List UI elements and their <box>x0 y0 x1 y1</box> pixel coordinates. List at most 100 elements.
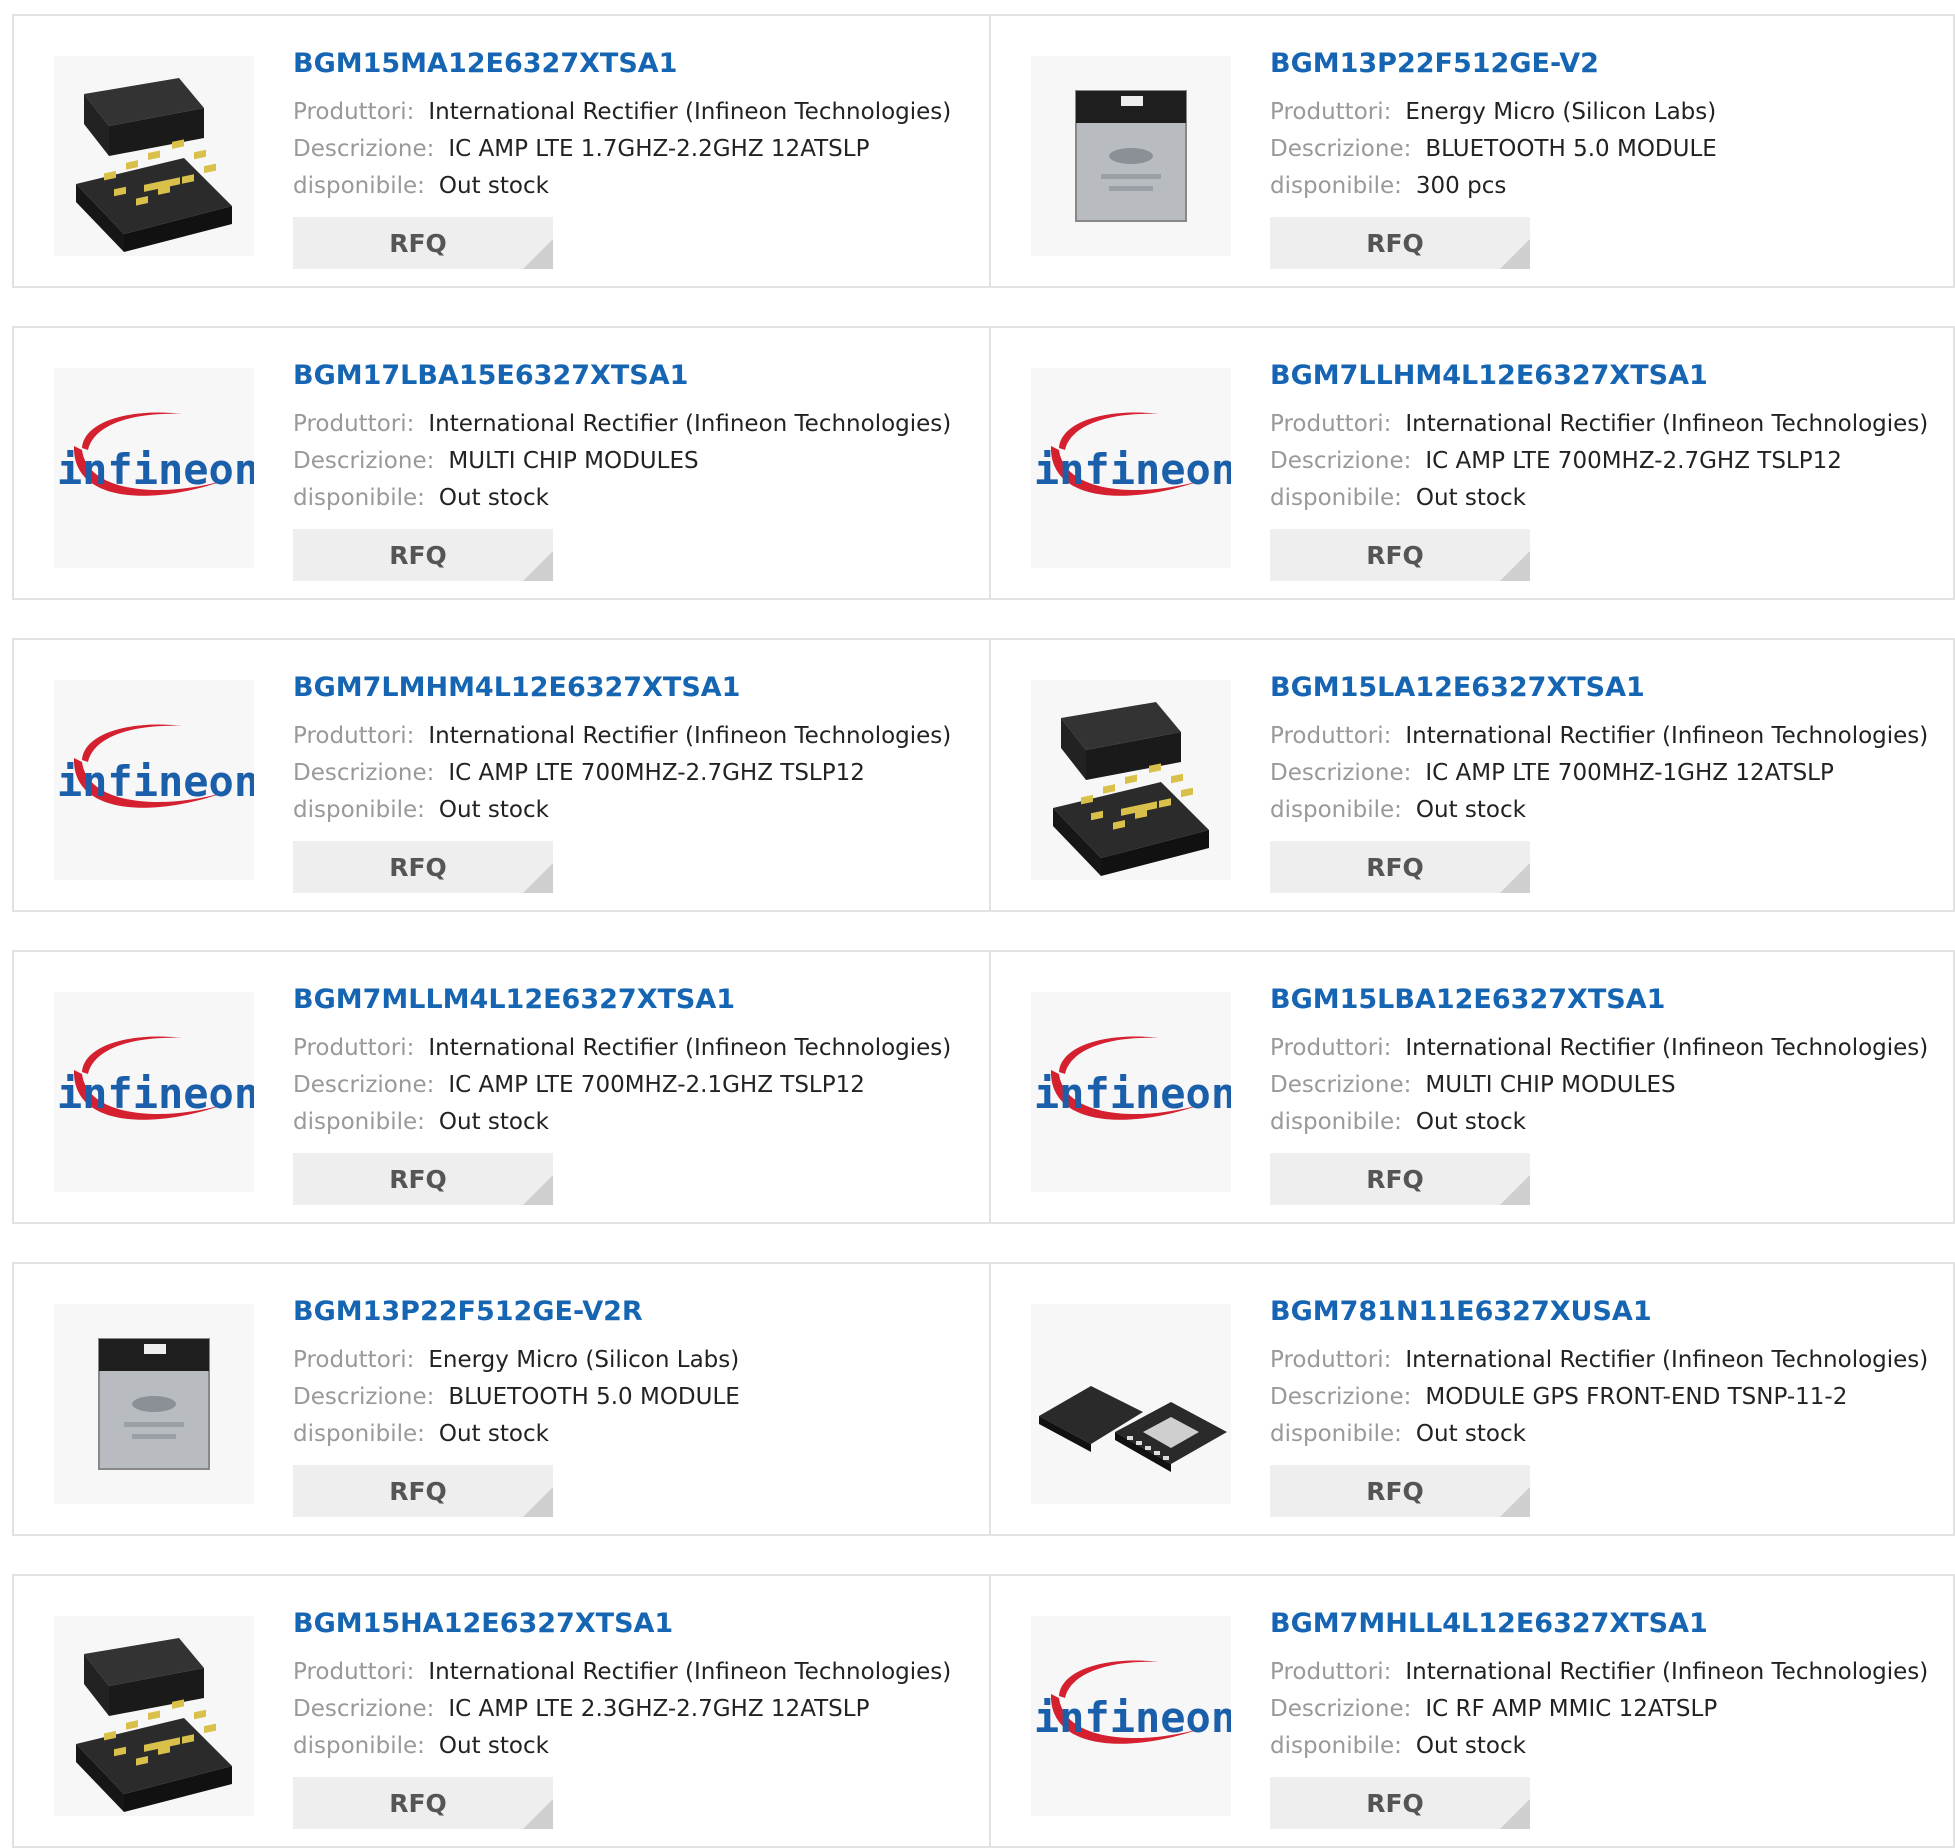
rfq-corner-decoration <box>523 239 553 269</box>
infineon-logo[interactable]: infineon <box>1031 1616 1231 1816</box>
rfq-button[interactable]: RFQ <box>293 217 553 269</box>
rfq-corner-decoration <box>523 863 553 893</box>
infineon-logo[interactable]: infineon <box>54 368 254 568</box>
manufacturer-row: Produttori: International Rectifier (Infi… <box>293 94 953 131</box>
rfq-button[interactable]: RFQ <box>293 1153 553 1205</box>
description-label: Descrizione: <box>293 448 435 474</box>
description-row: Descrizione: IC AMP LTE 700MHZ-1GHZ 12ATS… <box>1270 755 1930 792</box>
product-card: infineon BGM7MLLM4L12E6327XTSA1 Produtto… <box>12 950 991 1224</box>
rfq-button[interactable]: RFQ <box>1270 841 1530 893</box>
rfq-button-label: RFQ <box>1366 228 1424 258</box>
product-info: BGM15MA12E6327XTSA1 Produttori: Internati… <box>293 46 953 269</box>
product-row: infineon BGM7LMHM4L12E6327XTSA1 Produtto… <box>12 638 1955 912</box>
part-number-link[interactable]: BGM13P22F512GE-V2 <box>1270 46 1930 86</box>
part-number-link[interactable]: BGM13P22F512GE-V2R <box>293 1294 953 1334</box>
product-info: BGM15LA12E6327XTSA1 Produttori: Internati… <box>1270 670 1930 893</box>
rfq-button[interactable]: RFQ <box>293 529 553 581</box>
product-info: BGM15HA12E6327XTSA1 Produttori: Internati… <box>293 1606 953 1829</box>
description-row: Descrizione: MULTI CHIP MODULES <box>1270 1067 1930 1104</box>
rfq-button[interactable]: RFQ <box>1270 1777 1530 1829</box>
availability-value: Out stock <box>438 1109 549 1135</box>
description-value: IC AMP LTE 700MHZ-2.7GHZ TSLP12 <box>1425 448 1842 474</box>
product-info: BGM17LBA15E6327XTSA1 Produttori: Internat… <box>293 358 953 581</box>
rfq-corner-decoration <box>523 1487 553 1517</box>
description-label: Descrizione: <box>1270 136 1412 162</box>
part-number-link[interactable]: BGM15MA12E6327XTSA1 <box>293 46 953 86</box>
manufacturer-label: Produttori: <box>293 1035 415 1061</box>
product-row: infineon BGM17LBA15E6327XTSA1 Produttori… <box>12 326 1955 600</box>
infineon-logo[interactable]: infineon <box>54 992 254 1192</box>
availability-label: disponibile: <box>293 1109 425 1135</box>
manufacturer-label: Produttori: <box>293 723 415 749</box>
tslp-chip-image[interactable] <box>54 56 254 256</box>
manufacturer-value: International Rectifier (Infineon Techno… <box>428 411 952 437</box>
part-number-link[interactable]: BGM17LBA15E6327XTSA1 <box>293 358 953 398</box>
part-number-link[interactable]: BGM7LLHM4L12E6327XTSA1 <box>1270 358 1930 398</box>
manufacturer-label: Produttori: <box>1270 411 1392 437</box>
manufacturer-row: Produttori: International Rectifier (Infi… <box>1270 406 1930 443</box>
description-row: Descrizione: IC AMP LTE 700MHZ-2.7GHZ TSL… <box>1270 443 1930 480</box>
manufacturer-value: International Rectifier (Infineon Techno… <box>1405 1659 1929 1685</box>
product-card: infineon BGM7LMHM4L12E6327XTSA1 Produtto… <box>12 638 991 912</box>
part-number-link[interactable]: BGM7LMHM4L12E6327XTSA1 <box>293 670 953 710</box>
rfq-button[interactable]: RFQ <box>293 1777 553 1829</box>
infineon-logo[interactable]: infineon <box>54 680 254 880</box>
availability-label: disponibile: <box>293 485 425 511</box>
rfq-button[interactable]: RFQ <box>293 841 553 893</box>
silicon-labs-module-image[interactable] <box>1031 56 1231 256</box>
description-row: Descrizione: IC RF AMP MMIC 12ATSLP <box>1270 1691 1930 1728</box>
tslp-chip-image[interactable] <box>54 1616 254 1816</box>
rfq-corner-decoration <box>1500 1487 1530 1517</box>
tsnp-chip-image[interactable] <box>1031 1304 1231 1504</box>
rfq-corner-decoration <box>523 1175 553 1205</box>
availability-row: disponibile: Out stock <box>293 1728 953 1765</box>
availability-row: disponibile: Out stock <box>1270 1416 1930 1453</box>
rfq-button[interactable]: RFQ <box>1270 1153 1530 1205</box>
availability-value: Out stock <box>1415 1421 1526 1447</box>
tslp-chip-image[interactable] <box>1031 680 1231 880</box>
rfq-button-label: RFQ <box>1366 540 1424 570</box>
description-value: IC AMP LTE 700MHZ-1GHZ 12ATSLP <box>1425 760 1834 786</box>
manufacturer-label: Produttori: <box>1270 1035 1392 1061</box>
description-row: Descrizione: IC AMP LTE 700MHZ-2.7GHZ TSL… <box>293 755 953 792</box>
rfq-corner-decoration <box>1500 1175 1530 1205</box>
part-number-link[interactable]: BGM7MHLL4L12E6327XTSA1 <box>1270 1606 1930 1646</box>
availability-value: Out stock <box>1415 1733 1526 1759</box>
infineon-logo-graphic: infineon <box>1034 412 1231 496</box>
description-row: Descrizione: IC AMP LTE 700MHZ-2.1GHZ TSL… <box>293 1067 953 1104</box>
product-row: BGM15MA12E6327XTSA1 Produttori: Internati… <box>12 14 1955 288</box>
tslp-chip-image-graphic <box>76 78 232 252</box>
rfq-corner-decoration <box>1500 239 1530 269</box>
product-info: BGM13P22F512GE-V2R Produttori: Energy Mic… <box>293 1294 953 1517</box>
description-value: IC AMP LTE 700MHZ-2.1GHZ TSLP12 <box>448 1072 865 1098</box>
description-value: IC AMP LTE 700MHZ-2.7GHZ TSLP12 <box>448 760 865 786</box>
availability-value: Out stock <box>438 173 549 199</box>
rfq-button[interactable]: RFQ <box>1270 1465 1530 1517</box>
rfq-button-label: RFQ <box>1366 1788 1424 1818</box>
part-number-link[interactable]: BGM15LA12E6327XTSA1 <box>1270 670 1930 710</box>
infineon-logo[interactable]: infineon <box>1031 368 1231 568</box>
infineon-logo[interactable]: infineon <box>1031 992 1231 1192</box>
silicon-labs-module-image[interactable] <box>54 1304 254 1504</box>
rfq-corner-decoration <box>523 551 553 581</box>
description-value: MULTI CHIP MODULES <box>448 448 699 474</box>
availability-row: disponibile: Out stock <box>1270 1104 1930 1141</box>
infineon-logo-graphic: infineon <box>57 724 254 808</box>
availability-value: Out stock <box>438 1733 549 1759</box>
description-label: Descrizione: <box>293 136 435 162</box>
rfq-button[interactable]: RFQ <box>1270 529 1530 581</box>
availability-row: disponibile: Out stock <box>1270 480 1930 517</box>
part-number-link[interactable]: BGM7MLLM4L12E6327XTSA1 <box>293 982 953 1022</box>
tslp-chip-image-graphic <box>76 1638 232 1812</box>
svg-text:infineon: infineon <box>1034 1693 1231 1742</box>
part-number-link[interactable]: BGM15LBA12E6327XTSA1 <box>1270 982 1930 1022</box>
part-number-link[interactable]: BGM15HA12E6327XTSA1 <box>293 1606 953 1646</box>
manufacturer-label: Produttori: <box>1270 723 1392 749</box>
part-number-link[interactable]: BGM781N11E6327XUSA1 <box>1270 1294 1930 1334</box>
rfq-button[interactable]: RFQ <box>1270 217 1530 269</box>
product-info: BGM13P22F512GE-V2 Produttori: Energy Micr… <box>1270 46 1930 269</box>
manufacturer-row: Produttori: International Rectifier (Infi… <box>1270 1030 1930 1067</box>
product-grid: BGM15MA12E6327XTSA1 Produttori: Internati… <box>12 14 1955 1848</box>
rfq-button[interactable]: RFQ <box>293 1465 553 1517</box>
manufacturer-label: Produttori: <box>293 99 415 125</box>
